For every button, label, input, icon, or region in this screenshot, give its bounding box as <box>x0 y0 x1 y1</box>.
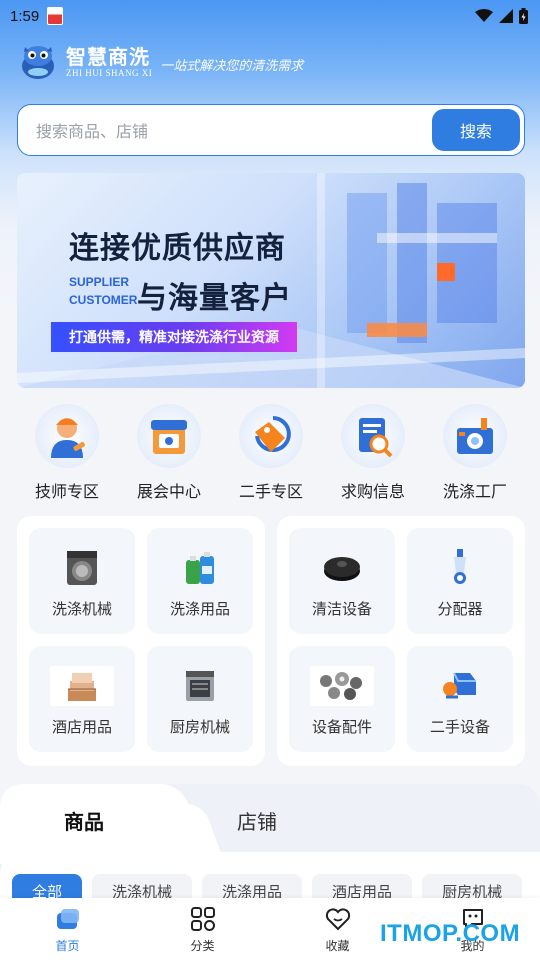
category-hotel-supplies[interactable]: 酒店用品 <box>29 646 135 752</box>
nav-label: 首页 <box>55 939 80 953</box>
category-label: 洗涤用品 <box>169 600 230 618</box>
signal-icon <box>499 9 513 23</box>
promo-banner[interactable]: 连接优质供应商 SUPPLIER CUSTOMER 与海量客户 打通供需，精准对… <box>17 173 525 388</box>
nav-home[interactable]: 首页 <box>0 898 135 960</box>
laundry-factory-icon <box>457 418 493 454</box>
banner-en-line1: SUPPLIER <box>69 275 130 289</box>
banner-en-line2: CUSTOMER <box>69 293 138 307</box>
nav-label: 分类 <box>190 939 215 953</box>
tab-products[interactable]: 商品 <box>64 806 104 835</box>
category-label: 清洁设备 <box>311 600 372 618</box>
category-dispenser[interactable]: 分配器 <box>407 528 513 634</box>
quick-entry-secondhand[interactable]: 二手专区 <box>221 404 321 504</box>
quick-entry-label: 洗涤工厂 <box>442 482 507 501</box>
category-detergent[interactable]: 洗涤用品 <box>147 528 253 634</box>
nav-categories[interactable]: 分类 <box>135 898 270 960</box>
washing-machine-icon <box>67 551 97 585</box>
quick-entry-label: 二手专区 <box>238 482 303 501</box>
category-label: 二手设备 <box>429 718 490 736</box>
search-button[interactable]: 搜索 <box>432 109 520 151</box>
category-kitchen-machinery[interactable]: 厨房机械 <box>147 646 253 752</box>
quick-entry-purchase[interactable]: 求购信息 <box>323 404 423 504</box>
banner-english-text: SUPPLIER CUSTOMER <box>69 273 137 309</box>
brand-title: 智慧商洗 <box>66 45 150 69</box>
dispenser-icon <box>454 549 466 584</box>
notification-app-icon <box>47 7 64 25</box>
category-label: 酒店用品 <box>51 718 112 736</box>
search-bar[interactable]: 搜索商品、店铺 搜索 <box>17 104 525 156</box>
tab-shops[interactable]: 店铺 <box>237 806 277 835</box>
status-time: 1:59 <box>10 7 40 25</box>
quick-entry-label: 技师专区 <box>34 482 99 501</box>
technician-icon <box>51 418 85 458</box>
category-equipment-parts[interactable]: 设备配件 <box>289 646 395 752</box>
category-label: 设备配件 <box>311 718 372 736</box>
hotel-linen-icon <box>68 673 96 701</box>
quick-entry-label: 求购信息 <box>340 482 405 501</box>
secondhand-tag-icon <box>255 416 291 452</box>
robot-cleaner-icon <box>324 557 360 581</box>
category-label: 厨房机械 <box>169 718 230 736</box>
wifi-icon <box>475 9 493 23</box>
quick-entry-exhibition[interactable]: 展会中心 <box>119 404 219 504</box>
banner-subheadline: 与海量客户 <box>137 281 292 316</box>
home-icon <box>56 909 79 929</box>
category-grid-icon <box>190 907 215 931</box>
dishwasher-icon <box>186 671 214 701</box>
banner-tagline: 打通供需，精准对接洗涤行业资源 <box>51 322 297 352</box>
battery-icon <box>519 8 528 24</box>
parts-icon <box>320 672 362 700</box>
category-panel-right: 清洁设备 分配器 设备配件 二手设备 <box>277 516 525 766</box>
mascot-logo-icon <box>22 46 54 79</box>
category-cleaning-equipment[interactable]: 清洁设备 <box>289 528 395 634</box>
heart-icon <box>325 908 350 931</box>
search-input[interactable]: 搜索商品、店铺 <box>36 118 432 142</box>
brand-pinyin: ZHI HUI SHANG XI <box>66 68 153 78</box>
exhibition-icon <box>151 420 187 454</box>
category-panel-left: 洗涤机械 洗涤用品 酒店用品 厨房机械 <box>17 516 265 766</box>
secondhand-box-icon <box>443 672 476 699</box>
purchase-request-icon <box>359 418 393 458</box>
detergent-icon <box>186 552 214 584</box>
watermark-text: ITMOP.COM <box>380 920 521 947</box>
category-secondhand-equipment[interactable]: 二手设备 <box>407 646 513 752</box>
quick-entry-laundry-factory[interactable]: 洗涤工厂 <box>425 404 525 504</box>
banner-headline: 连接优质供应商 <box>69 231 286 266</box>
quick-entry-label: 展会中心 <box>136 482 201 501</box>
category-label: 洗涤机械 <box>51 600 112 618</box>
category-label: 分配器 <box>437 600 483 618</box>
brand-header: 智慧商洗 ZHI HUI SHANG XI 一站式解决您的清洗需求 <box>18 40 303 84</box>
nav-label: 收藏 <box>325 939 350 953</box>
status-bar: 1:59 <box>0 0 540 32</box>
category-washing-machinery[interactable]: 洗涤机械 <box>29 528 135 634</box>
quick-entry-technician[interactable]: 技师专区 <box>17 404 117 504</box>
brand-slogan: 一站式解决您的清洗需求 <box>160 58 304 74</box>
quick-entry-row: 技师专区 展会中心 二手专区 求购信息 洗涤工厂 <box>17 404 525 504</box>
